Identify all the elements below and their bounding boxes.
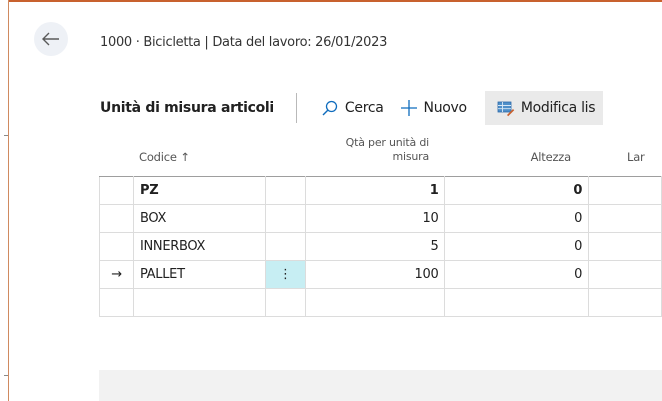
- row-menu-button[interactable]: ⋮: [264, 260, 306, 289]
- cell-action[interactable]: [264, 232, 306, 261]
- cell-width[interactable]: [588, 204, 662, 233]
- cell-qty-per-unit[interactable]: 1: [304, 176, 446, 205]
- record-context: 1000 · Bicicletta | Data del lavoro: 26/…: [100, 35, 388, 50]
- edge-tick: [4, 375, 8, 376]
- current-row-arrow-icon[interactable]: →: [99, 260, 134, 289]
- edit-list-button[interactable]: Modifica lis: [484, 91, 604, 125]
- table-row[interactable]: INNERBOX 5 0: [99, 232, 662, 261]
- new-button[interactable]: Nuovo: [392, 91, 475, 125]
- edit-list-button-label: Modifica lis: [520, 100, 596, 116]
- column-header-qty-line1: Qtà per unità di: [345, 136, 430, 149]
- column-header-width[interactable]: Lar: [627, 150, 645, 164]
- back-arrow-icon: [42, 32, 59, 46]
- cell-action[interactable]: [264, 176, 306, 205]
- cell-width[interactable]: [588, 176, 662, 205]
- new-button-label: Nuovo: [423, 100, 468, 116]
- column-header-code[interactable]: Codice ↑: [139, 150, 190, 164]
- sort-ascending-icon: ↑: [180, 150, 190, 164]
- page-title: Unità di misura articoli: [100, 100, 274, 116]
- cell-code[interactable]: INNERBOX: [132, 232, 266, 261]
- cell-width[interactable]: [588, 260, 662, 289]
- units-table: PZ 1 0 BOX 10 0 INNERBOX 5 0 → PALLET ⋮ …: [99, 176, 662, 317]
- cell-action[interactable]: [264, 204, 306, 233]
- edit-list-icon: [497, 101, 515, 117]
- cell-height[interactable]: [444, 288, 590, 317]
- back-button[interactable]: [34, 22, 68, 56]
- plus-icon: [400, 100, 417, 116]
- row-selector[interactable]: [99, 232, 134, 261]
- search-button-label: Cerca: [344, 100, 384, 116]
- search-icon: [322, 100, 338, 116]
- cell-height[interactable]: 0: [444, 204, 590, 233]
- cell-width[interactable]: [588, 288, 662, 317]
- window-left-border: [8, 0, 9, 401]
- row-selector[interactable]: [99, 288, 134, 317]
- grid-empty-area: [99, 370, 662, 401]
- cell-qty-per-unit[interactable]: 10: [304, 204, 446, 233]
- column-header-height[interactable]: Altezza: [445, 150, 589, 164]
- table-row-new[interactable]: [99, 288, 662, 317]
- cell-action[interactable]: [264, 288, 306, 317]
- table-row[interactable]: BOX 10 0: [99, 204, 662, 233]
- edge-tick: [4, 135, 8, 136]
- cell-qty-per-unit[interactable]: 100: [304, 260, 446, 289]
- cell-height[interactable]: 0: [444, 232, 590, 261]
- action-bar: Unità di misura articoli Cerca Nuovo Mod…: [100, 91, 662, 125]
- cell-height[interactable]: 0: [444, 260, 590, 289]
- cell-code[interactable]: PZ: [132, 176, 266, 205]
- cell-qty-per-unit[interactable]: [304, 288, 446, 317]
- table-row-current[interactable]: → PALLET ⋮ 100 0: [99, 260, 662, 289]
- cell-code[interactable]: BOX: [132, 204, 266, 233]
- row-selector[interactable]: [99, 176, 134, 205]
- cell-code[interactable]: PALLET: [132, 260, 266, 289]
- cell-height[interactable]: 0: [444, 176, 590, 205]
- column-header-qty[interactable]: Qtà per unità di misura: [305, 136, 445, 164]
- search-button[interactable]: Cerca: [313, 91, 392, 125]
- column-header-code-label: Codice: [139, 150, 177, 164]
- cell-qty-per-unit[interactable]: 5: [304, 232, 446, 261]
- cell-width[interactable]: [588, 232, 662, 261]
- row-selector[interactable]: [99, 204, 134, 233]
- action-divider: [295, 93, 297, 123]
- cell-code[interactable]: [132, 288, 266, 317]
- units-grid: Codice ↑ Qtà per unità di misura Altezza…: [99, 136, 662, 401]
- table-row[interactable]: PZ 1 0: [99, 176, 662, 205]
- window-top-border: [8, 0, 662, 2]
- column-header-qty-line2: misura: [392, 150, 429, 163]
